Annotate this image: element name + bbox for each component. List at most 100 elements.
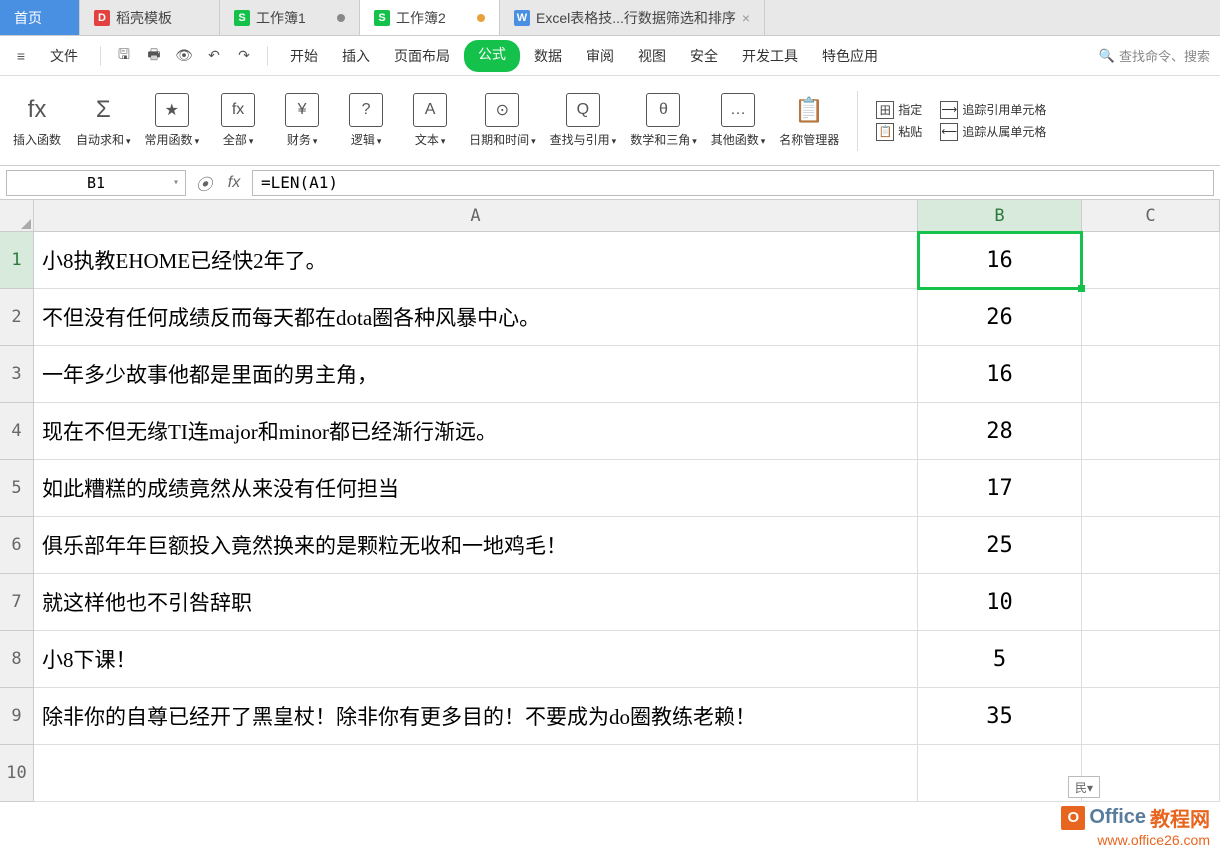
ribbon-button[interactable]: fx全部 bbox=[213, 93, 263, 148]
row-header[interactable]: 4 bbox=[0, 403, 34, 460]
menu-file[interactable]: 文件 bbox=[40, 40, 88, 72]
ribbon-button[interactable]: ⊙日期和时间 bbox=[469, 93, 536, 148]
preview-icon[interactable]: 👁 bbox=[173, 45, 195, 67]
trace-precedents-button[interactable]: ⟶追踪引用单元格 bbox=[940, 101, 1046, 119]
save-icon[interactable]: 🖫 bbox=[113, 45, 135, 67]
cell[interactable] bbox=[1082, 460, 1220, 517]
ribbon-button[interactable]: ¥财务 bbox=[277, 93, 327, 148]
menu-tab[interactable]: 数据 bbox=[524, 40, 572, 72]
watermark-text: Office bbox=[1089, 806, 1146, 829]
display-options-button[interactable]: 民▾ bbox=[1068, 776, 1100, 798]
grid-icon: 田 bbox=[876, 101, 894, 119]
row-header[interactable]: 1 bbox=[0, 232, 34, 289]
formula-input[interactable]: =LEN(A1) bbox=[252, 170, 1214, 196]
ribbon-button[interactable]: fx插入函数 bbox=[12, 93, 62, 148]
tab-close-icon[interactable]: × bbox=[742, 10, 750, 26]
ribbon-button[interactable]: …其他函数 bbox=[711, 93, 766, 148]
cell[interactable] bbox=[34, 745, 918, 802]
menu-tab[interactable]: 公式 bbox=[464, 40, 520, 72]
trace-icon[interactable]: ⦿ bbox=[192, 171, 216, 195]
cell[interactable] bbox=[1082, 517, 1220, 574]
app-tab[interactable]: D稻壳模板 bbox=[80, 0, 220, 35]
cell[interactable] bbox=[1082, 574, 1220, 631]
row-header[interactable]: 5 bbox=[0, 460, 34, 517]
app-tab[interactable]: W Excel表格技...行数据筛选和排序 × bbox=[500, 0, 765, 35]
trace-dependents-button[interactable]: ⟵追踪从属单元格 bbox=[940, 123, 1046, 141]
column-header[interactable]: B bbox=[918, 200, 1082, 232]
app-tab[interactable]: S工作簿2 bbox=[360, 0, 500, 35]
column-header[interactable]: A bbox=[34, 200, 918, 232]
cell[interactable] bbox=[1082, 745, 1220, 802]
ribbon-button[interactable]: Q查找与引用 bbox=[550, 93, 617, 148]
cell[interactable]: 就这样他也不引咎辞职 bbox=[34, 574, 918, 631]
ribbon-group-paste: 田指定 📋粘贴 bbox=[876, 101, 922, 141]
define-button[interactable]: 田指定 bbox=[876, 101, 922, 119]
cell[interactable]: 16 bbox=[918, 346, 1082, 403]
command-search[interactable]: 🔍 查找命令、搜索 bbox=[1099, 46, 1210, 65]
cell[interactable]: 26 bbox=[918, 289, 1082, 346]
print-icon[interactable]: 🖶 bbox=[143, 45, 165, 67]
watermark-url: www.office26.com bbox=[1061, 832, 1210, 848]
row-header[interactable]: 6 bbox=[0, 517, 34, 574]
tab-label: Excel表格技...行数据筛选和排序 bbox=[536, 8, 736, 28]
menu-tab[interactable]: 视图 bbox=[628, 40, 676, 72]
cell[interactable]: 一年多少故事他都是里面的男主角， bbox=[34, 346, 918, 403]
cell[interactable]: 除非你的自尊已经开了黑皇杖！除非你有更多目的！不要成为do圈教练老赖！ bbox=[34, 688, 918, 745]
cell[interactable]: 28 bbox=[918, 403, 1082, 460]
row-header[interactable]: 7 bbox=[0, 574, 34, 631]
cell[interactable] bbox=[1082, 232, 1220, 289]
row-header[interactable]: 8 bbox=[0, 631, 34, 688]
cell[interactable]: 小8执教EHOME已经快2年了。 bbox=[34, 232, 918, 289]
row-header[interactable]: 2 bbox=[0, 289, 34, 346]
cell[interactable] bbox=[1082, 688, 1220, 745]
fx-icon[interactable]: fx bbox=[222, 171, 246, 195]
app-tab[interactable]: S工作簿1 bbox=[220, 0, 360, 35]
cell[interactable] bbox=[1082, 289, 1220, 346]
name-box[interactable]: B1 bbox=[6, 170, 186, 196]
ribbon-button[interactable]: ?逻辑 bbox=[341, 93, 391, 148]
select-all-corner[interactable] bbox=[0, 200, 34, 232]
app-tab[interactable]: 首页 bbox=[0, 0, 80, 35]
cell[interactable]: 如此糟糕的成绩竟然从来没有任何担当 bbox=[34, 460, 918, 517]
cell[interactable]: 俱乐部年年巨额投入竟然换来的是颗粒无收和一地鸡毛！ bbox=[34, 517, 918, 574]
row-header[interactable]: 9 bbox=[0, 688, 34, 745]
row-header[interactable]: 10 bbox=[0, 745, 34, 802]
tab-label: 工作簿1 bbox=[256, 8, 306, 28]
cell[interactable] bbox=[1082, 346, 1220, 403]
cell[interactable]: 17 bbox=[918, 460, 1082, 517]
cell[interactable]: 25 bbox=[918, 517, 1082, 574]
cell[interactable]: 现在不但无缘TI连major和minor都已经渐行渐远。 bbox=[34, 403, 918, 460]
menu-tab[interactable]: 开始 bbox=[280, 40, 328, 72]
cell[interactable]: 小8下课！ bbox=[34, 631, 918, 688]
search-icon: 🔍 bbox=[1099, 48, 1115, 64]
tab-app-icon: W bbox=[514, 10, 530, 26]
undo-icon[interactable]: ↶ bbox=[203, 45, 225, 67]
redo-icon[interactable]: ↷ bbox=[233, 45, 255, 67]
cell[interactable]: 不但没有任何成绩反而每天都在dota圈各种风暴中心。 bbox=[34, 289, 918, 346]
menu-tab[interactable]: 插入 bbox=[332, 40, 380, 72]
cell[interactable]: 5 bbox=[918, 631, 1082, 688]
paste-button[interactable]: 📋粘贴 bbox=[876, 123, 922, 141]
menu-tab[interactable]: 安全 bbox=[680, 40, 728, 72]
logo-icon: O bbox=[1061, 806, 1085, 830]
ribbon-button[interactable]: θ数学和三角 bbox=[630, 93, 697, 148]
menu-tab[interactable]: 审阅 bbox=[576, 40, 624, 72]
menu-tab[interactable]: 页面布局 bbox=[384, 40, 460, 72]
cell[interactable] bbox=[918, 745, 1082, 802]
hamburger-icon[interactable]: ≡ bbox=[10, 45, 32, 67]
menu-tab[interactable]: 特色应用 bbox=[812, 40, 888, 72]
cell[interactable]: 10 bbox=[918, 574, 1082, 631]
ribbon-button[interactable]: ★常用函数 bbox=[145, 93, 200, 148]
ribbon-button[interactable]: 📋名称管理器 bbox=[779, 93, 839, 148]
column-header[interactable]: C bbox=[1082, 200, 1220, 232]
cell[interactable]: 35 bbox=[918, 688, 1082, 745]
ribbon-label: 插入函数 bbox=[13, 131, 61, 148]
cell[interactable] bbox=[1082, 403, 1220, 460]
cell[interactable] bbox=[1082, 631, 1220, 688]
menu-tab[interactable]: 开发工具 bbox=[732, 40, 808, 72]
cell[interactable]: 16 bbox=[918, 232, 1082, 289]
ribbon-label: 文本 bbox=[415, 131, 446, 148]
ribbon-button[interactable]: A文本 bbox=[405, 93, 455, 148]
ribbon-button[interactable]: Σ自动求和 bbox=[76, 93, 131, 148]
row-header[interactable]: 3 bbox=[0, 346, 34, 403]
